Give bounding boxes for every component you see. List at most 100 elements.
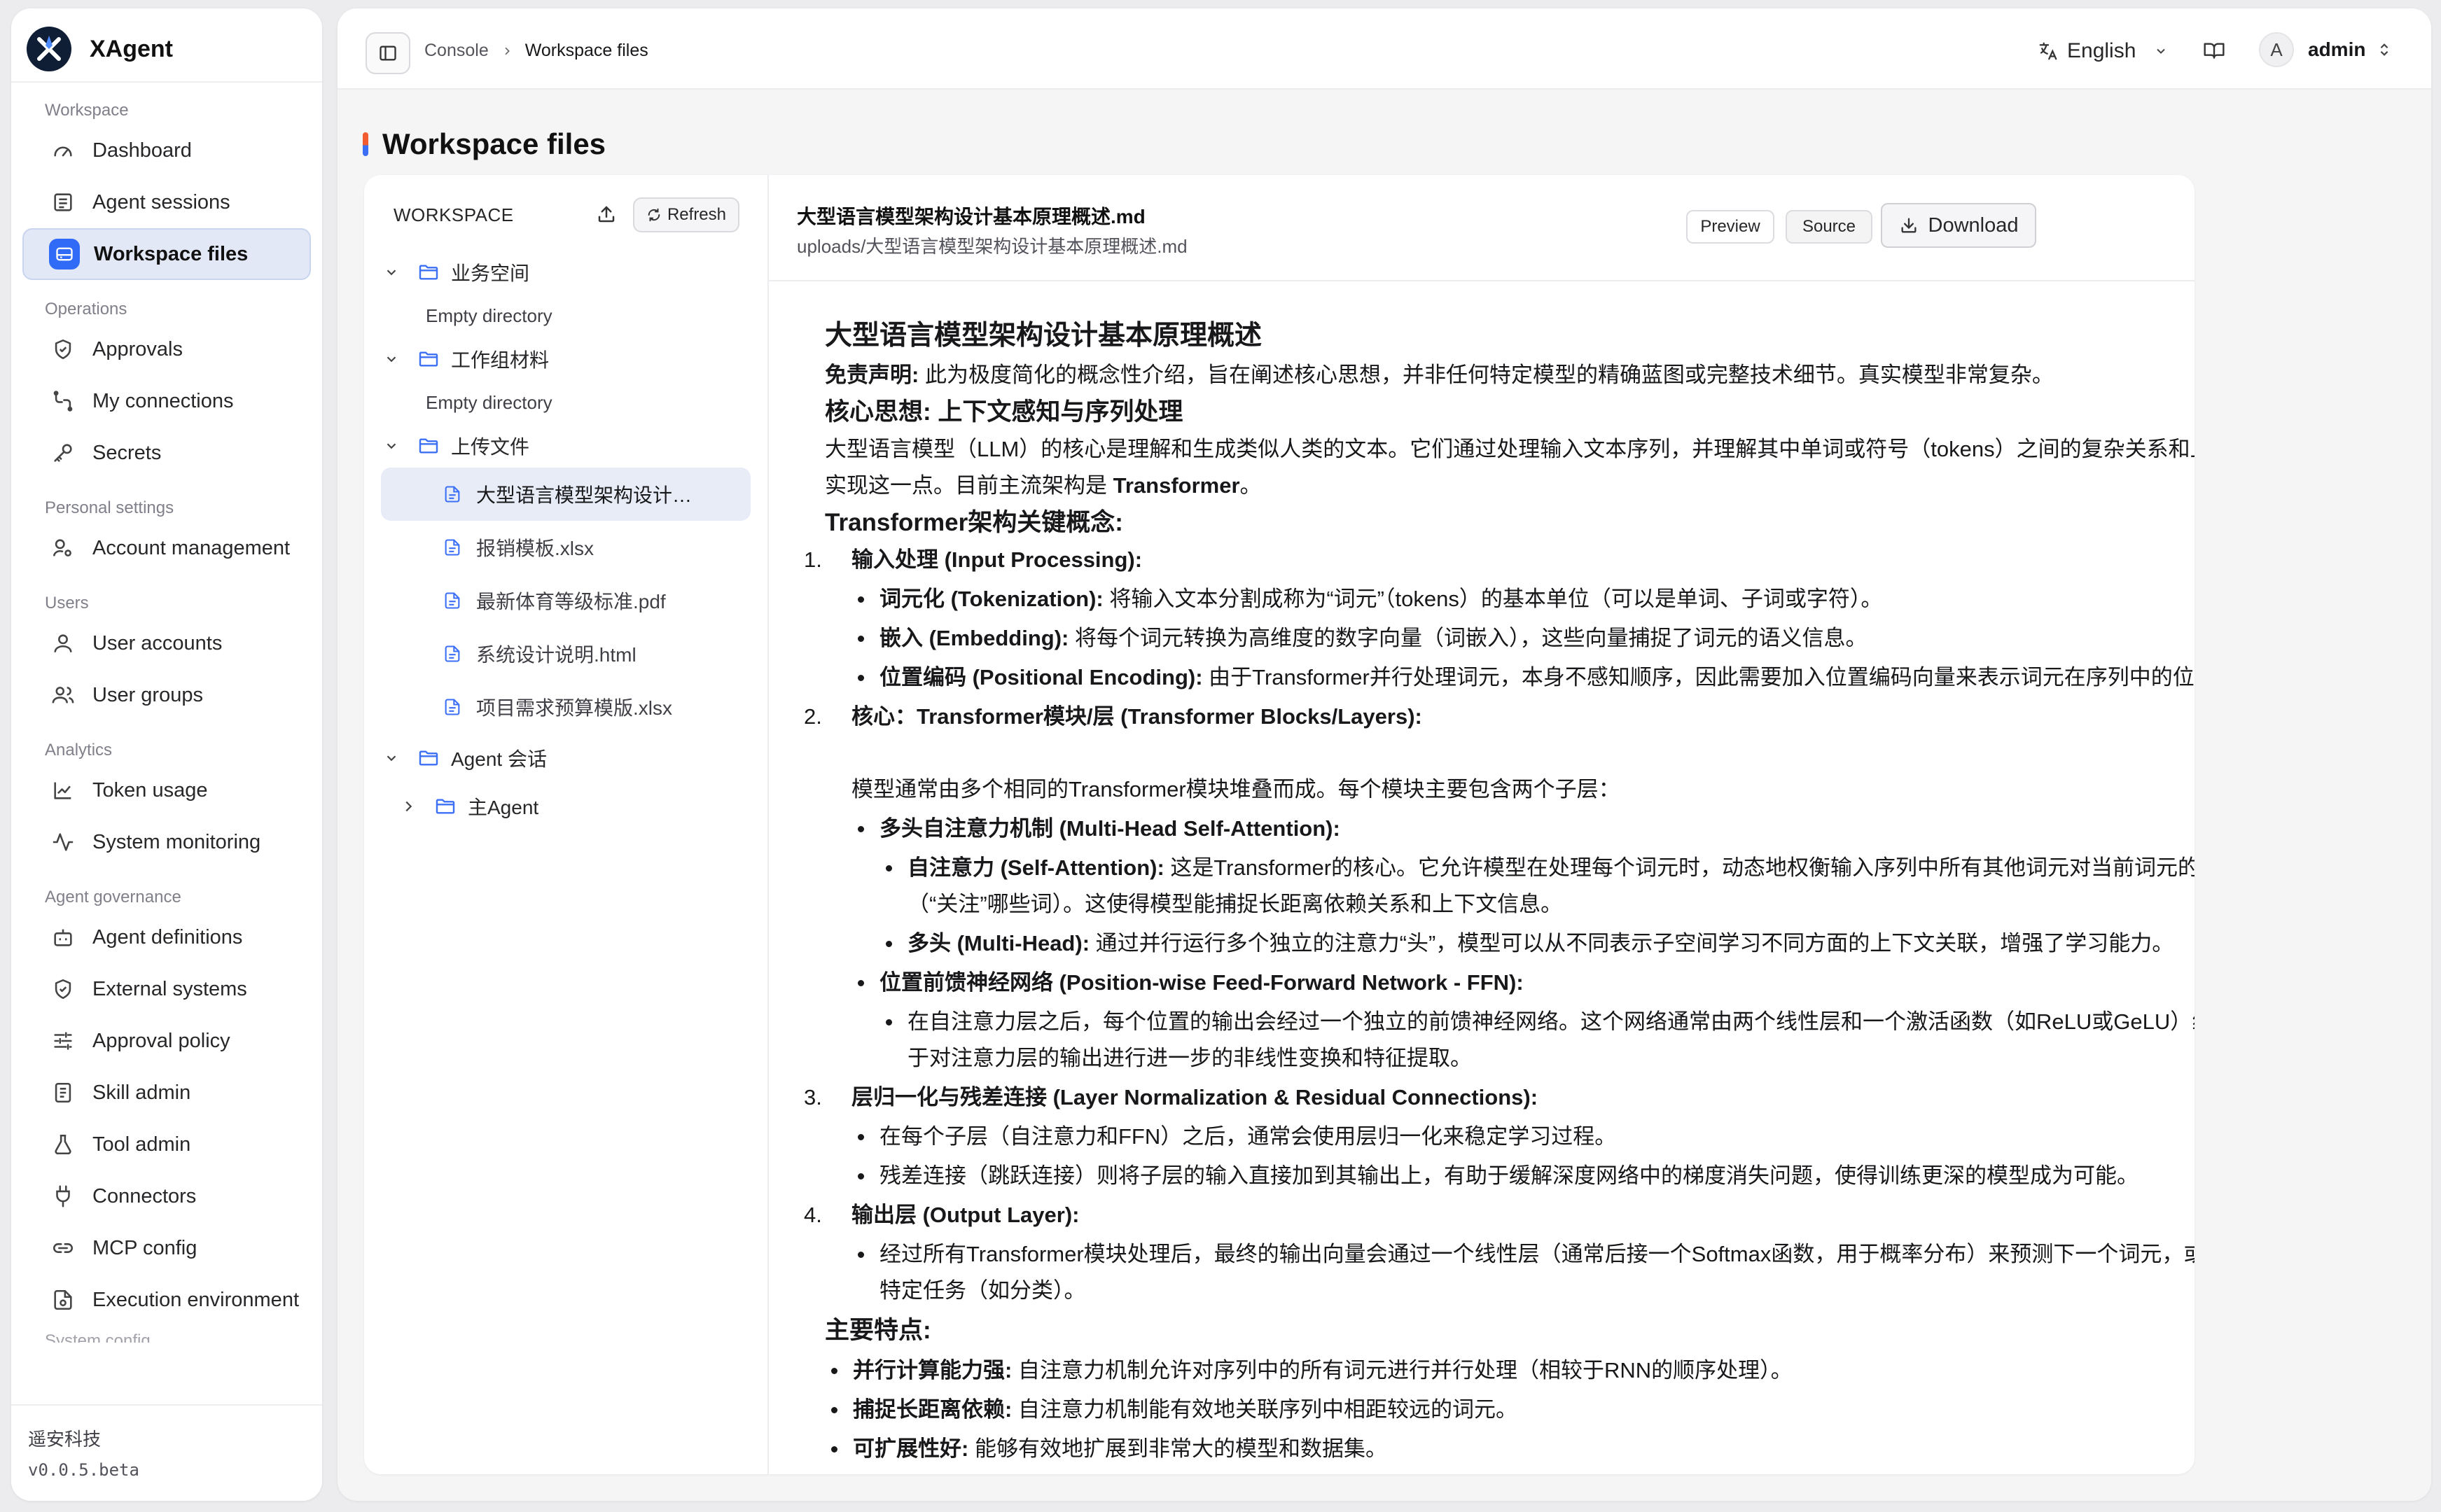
refresh-button[interactable]: Refresh bbox=[633, 197, 739, 232]
sidebar-item-label: Execution environment bbox=[92, 1288, 299, 1311]
list-number: 3. bbox=[804, 1085, 822, 1110]
tree-folder-uploads[interactable]: 上传文件 bbox=[381, 424, 751, 468]
tree-folder-label: 主Agent bbox=[468, 797, 539, 818]
list-item: 多头自注意力机制 (Multi-Head Self-Attention): bbox=[851, 811, 2195, 847]
list-number: 4. bbox=[804, 1203, 822, 1227]
chevron-right-icon bbox=[501, 46, 513, 57]
list-item: 在每个子层（自注意力和FFN）之后，通常会使用层归一化来稳定学习过程。 bbox=[851, 1119, 2195, 1155]
sidebar-item-user-groups[interactable]: User groups bbox=[22, 669, 311, 721]
download-button[interactable]: Download bbox=[1881, 203, 2036, 248]
gauge-icon bbox=[50, 138, 76, 163]
item-text: 能够有效地扩展到非常大的模型和数据集。 bbox=[968, 1436, 1387, 1461]
empty-directory-text: Empty directory bbox=[426, 391, 552, 413]
link-icon bbox=[50, 1236, 76, 1261]
tree-file-item[interactable]: 大型语言模型架构设计基本原理概述.md bbox=[381, 468, 751, 521]
tree-file-item[interactable]: 项目需求预算模版.xlsx bbox=[381, 680, 751, 734]
item-bold: 嵌入 (Embedding): bbox=[879, 626, 1069, 650]
tree-folder-label: 工作组材料 bbox=[451, 349, 550, 371]
chevron-down-icon bbox=[381, 351, 402, 367]
sidebar-item-label: Secrets bbox=[92, 441, 162, 464]
item-bold: 词元化 (Tokenization): bbox=[879, 587, 1104, 611]
sidebar-item-agent-definitions[interactable]: Agent definitions bbox=[22, 911, 311, 963]
list-icon bbox=[50, 190, 76, 215]
item-bold: 多头自注意力机制 (Multi-Head Self-Attention): bbox=[879, 816, 1340, 841]
tree-file-item[interactable]: 系统设计说明.html bbox=[381, 627, 751, 680]
item-bold: 位置前馈神经网络 (Position-wise Feed-Forward Net… bbox=[879, 970, 1524, 995]
source-button[interactable]: Source bbox=[1786, 210, 1872, 244]
sidebar-item-approvals[interactable]: Approvals bbox=[22, 323, 311, 375]
folder-icon bbox=[417, 747, 440, 769]
file-path: uploads/大型语言模型架构设计基本原理概述.md bbox=[797, 236, 1188, 257]
list-item: 词元化 (Tokenization): 将输入文本分割成称为“词元”（token… bbox=[851, 581, 2195, 617]
preview-button[interactable]: Preview bbox=[1686, 210, 1774, 244]
sidebar-item-label: User groups bbox=[92, 683, 203, 706]
disclaimer-text: 此为极度简化的概念性介绍，旨在阐述核心思想，并非任何特定模型的精确蓝图或完整技术… bbox=[919, 363, 2054, 387]
tree-folder-label: Agent 会话 bbox=[451, 748, 547, 770]
file-name: 大型语言模型架构设计基本原理概述.md bbox=[797, 206, 1146, 227]
language-selector[interactable]: English bbox=[2038, 39, 2168, 63]
item-text: 将输入文本分割成称为“词元”（tokens）的基本单位（可以是单词、子词或字符）… bbox=[1103, 587, 1883, 611]
workspace-card: WORKSPACE Refresh 业务空间 Empty directory 工… bbox=[364, 175, 2195, 1474]
sidebar-item-approval-policy[interactable]: Approval policy bbox=[22, 1015, 311, 1067]
breadcrumb-current: Workspace files bbox=[524, 41, 648, 60]
sidebar-item-account-management[interactable]: Account management bbox=[22, 522, 311, 574]
download-label: Download bbox=[1928, 214, 2019, 237]
docs-book-icon[interactable] bbox=[2203, 39, 2225, 62]
folder-icon bbox=[434, 795, 457, 818]
sidebar-item-mcp-config[interactable]: MCP config bbox=[22, 1222, 311, 1274]
tree-folder-main-agent[interactable]: 主Agent bbox=[381, 780, 751, 833]
sidebar-item-label: Token usage bbox=[92, 778, 208, 802]
tree-file-item[interactable]: 最新体育等级标准.pdf bbox=[381, 574, 751, 627]
sidebar-item-connectors[interactable]: Connectors bbox=[22, 1170, 311, 1222]
doc-section-3: 3. 层归一化与残差连接 (Layer Normalization & Resi… bbox=[804, 1079, 2195, 1194]
sidebar-item-my-connections[interactable]: My connections bbox=[22, 375, 311, 427]
brand[interactable]: XAgent bbox=[27, 27, 173, 71]
sidebar-item-token-usage[interactable]: Token usage bbox=[22, 764, 311, 816]
sidebar-item-execution-environment[interactable]: Execution environment bbox=[22, 1274, 311, 1326]
sidebar-item-workspace-files[interactable]: Workspace files bbox=[22, 228, 311, 280]
user-menu[interactable]: A admin bbox=[2259, 32, 2392, 67]
doc-core-paragraph: 大型语言模型（LLM）的核心是理解和生成类似人类的文本。它们通过处理输入文本序列… bbox=[825, 431, 2195, 504]
page-title: Workspace files bbox=[382, 127, 606, 160]
sidebar-item-external-systems[interactable]: External systems bbox=[22, 963, 311, 1015]
list-item: 在自注意力层之后，每个位置的输出会经过一个独立的前馈神经网络。这个网络通常由两个… bbox=[879, 1004, 2195, 1077]
breadcrumb-console-link[interactable]: Console bbox=[424, 41, 489, 61]
chevron-down-icon bbox=[2154, 44, 2168, 58]
sidebar-item-skill-admin[interactable]: Skill admin bbox=[22, 1067, 311, 1119]
doc-disclaimer: 免责声明: 此为极度简化的概念性介绍，旨在阐述核心思想，并非任何特定模型的精确蓝… bbox=[825, 357, 2195, 393]
tree-file-label: 系统设计说明.html bbox=[476, 644, 637, 666]
doc-heading-features: 主要特点: bbox=[825, 1317, 931, 1344]
list-item: 位置前馈神经网络 (Position-wise Feed-Forward Net… bbox=[851, 965, 2195, 1001]
panel-left-icon bbox=[380, 46, 396, 61]
disclaimer-label: 免责声明: bbox=[825, 363, 919, 387]
sidebar-item-secrets[interactable]: Secrets bbox=[22, 427, 311, 479]
chevron-down-icon bbox=[381, 750, 402, 766]
chevron-down-icon bbox=[381, 438, 402, 454]
item-text: 自注意力机制能有效地关联序列中相距较远的词元。 bbox=[1012, 1397, 1517, 1422]
tree-folder-business-space[interactable]: 业务空间 bbox=[381, 251, 751, 294]
nav-section-agent-governance: Agent governance bbox=[45, 888, 181, 906]
sidebar-nav: Workspace Dashboard Agent sessions Works… bbox=[22, 81, 311, 1396]
doc-section-2: 2. 核心：Transformer模块/层 (Transformer Block… bbox=[804, 699, 2195, 1077]
item-bold: 多头 (Multi-Head): bbox=[907, 931, 1090, 955]
item-bold: 位置编码 (Positional Encoding): bbox=[879, 665, 1203, 690]
nav-section-analytics: Analytics bbox=[45, 741, 113, 760]
sidebar-item-system-monitoring[interactable]: System monitoring bbox=[22, 816, 311, 868]
tree-file-label: 项目需求预算模版.xlsx bbox=[476, 697, 673, 719]
upload-button[interactable] bbox=[592, 200, 620, 228]
list-item: 嵌入 (Embedding): 将每个词元转换为高维度的数字向量（词嵌入），这些… bbox=[851, 620, 2195, 657]
tree-folder-agent-sessions[interactable]: Agent 会话 bbox=[381, 736, 751, 780]
avatar: A bbox=[2259, 32, 2294, 67]
sidebar-item-tool-admin[interactable]: Tool admin bbox=[22, 1119, 311, 1170]
sidebar-item-label: Agent definitions bbox=[92, 925, 243, 948]
sidebar-item-dashboard[interactable]: Dashboard bbox=[22, 125, 311, 176]
sidebar-toggle-button[interactable] bbox=[366, 32, 410, 74]
sidebar-item-label: Skill admin bbox=[92, 1081, 191, 1104]
tree-file-item[interactable]: 报销模板.xlsx bbox=[381, 521, 751, 574]
tree-folder-team-materials[interactable]: 工作组材料 bbox=[381, 337, 751, 381]
core-text: 大型语言模型（LLM）的核心是理解和生成类似人类的文本。它们通过处理输入文本序列… bbox=[825, 437, 2195, 498]
company-name: 遥安科技 bbox=[28, 1429, 102, 1450]
sidebar-item-agent-sessions[interactable]: Agent sessions bbox=[22, 176, 311, 228]
sidebar-item-user-accounts[interactable]: User accounts bbox=[22, 617, 311, 669]
